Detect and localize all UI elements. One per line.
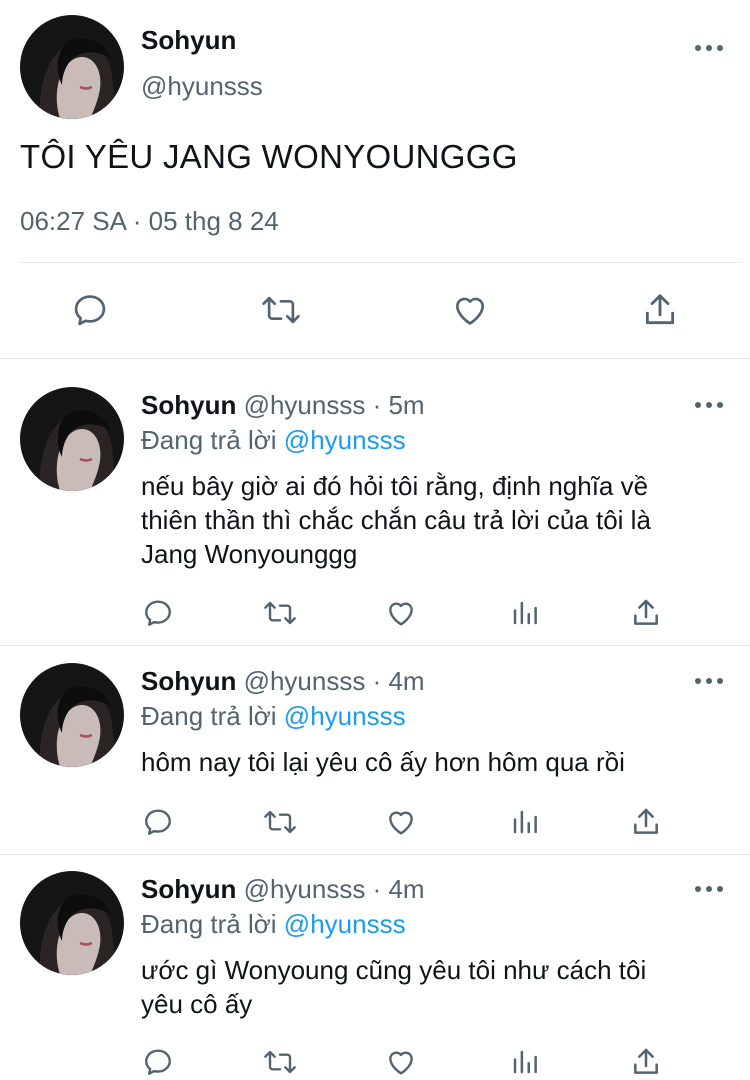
- like-icon[interactable]: [384, 1045, 418, 1079]
- reply-text: nếu bây giờ ai đó hỏi tôi rằng, định ngh…: [141, 469, 731, 571]
- avatar[interactable]: [20, 871, 124, 975]
- reply-time[interactable]: 4m: [388, 874, 424, 904]
- divider: [0, 645, 750, 646]
- author-handle[interactable]: @hyunsss: [244, 874, 366, 904]
- retweet-icon[interactable]: [261, 596, 299, 630]
- reply-header: Sohyun @hyunsss · 4m: [141, 873, 425, 905]
- text-line: ước gì Wonyoung cũng yêu tôi như cách tô…: [141, 955, 647, 985]
- separator: ·: [365, 874, 389, 904]
- reply-text: hôm nay tôi lại yêu cô ấy hơn hôm qua rồ…: [141, 745, 731, 779]
- mention-link[interactable]: @hyunsss: [284, 425, 406, 455]
- replying-to: Đang trả lời @hyunsss: [141, 424, 406, 456]
- text-line: yêu cô ấy: [141, 989, 253, 1019]
- text-line: Jang Wonyounggg: [141, 539, 358, 569]
- separator: ·: [365, 666, 389, 696]
- avatar[interactable]: [20, 663, 124, 767]
- retweet-icon[interactable]: [261, 805, 299, 839]
- mention-link[interactable]: @hyunsss: [284, 909, 406, 939]
- text-line: nếu bây giờ ai đó hỏi tôi rằng, định ngh…: [141, 471, 649, 501]
- like-icon[interactable]: [384, 596, 418, 630]
- tweet-timestamp[interactable]: 06:27 SA · 05 thg 8 24: [20, 205, 279, 237]
- author-handle[interactable]: @hyunsss: [141, 70, 263, 102]
- like-icon[interactable]: [384, 805, 418, 839]
- share-icon[interactable]: [629, 1045, 663, 1079]
- mention-link[interactable]: @hyunsss: [284, 701, 406, 731]
- divider: [0, 358, 750, 359]
- like-icon[interactable]: [450, 290, 490, 330]
- reply-text: ước gì Wonyoung cũng yêu tôi như cách tô…: [141, 953, 731, 1021]
- more-options-icon[interactable]: [695, 671, 723, 691]
- views-icon[interactable]: [508, 596, 542, 630]
- author-handle[interactable]: @hyunsss: [244, 390, 366, 420]
- reply-icon[interactable]: [141, 1045, 175, 1079]
- text-line: thiên thần thì chắc chắn câu trả lời của…: [141, 505, 651, 535]
- tweet-text: TÔI YÊU JANG WONYOUNGGG: [20, 138, 518, 175]
- reply-time[interactable]: 4m: [388, 666, 424, 696]
- reply-header: Sohyun @hyunsss · 4m: [141, 665, 425, 697]
- author-name[interactable]: Sohyun: [141, 24, 236, 56]
- author-name[interactable]: Sohyun: [141, 390, 236, 420]
- avatar[interactable]: [20, 15, 124, 119]
- text-line: hôm nay tôi lại yêu cô ấy hơn hôm qua rồ…: [141, 747, 625, 777]
- reply-icon[interactable]: [141, 596, 175, 630]
- author-handle[interactable]: @hyunsss: [244, 666, 366, 696]
- reply-icon[interactable]: [141, 805, 175, 839]
- replying-label: Đang trả lời: [141, 701, 277, 731]
- avatar[interactable]: [20, 387, 124, 491]
- more-options-icon[interactable]: [695, 38, 723, 58]
- replying-label: Đang trả lời: [141, 425, 277, 455]
- reply-header: Sohyun @hyunsss · 5m: [141, 389, 425, 421]
- reply-icon[interactable]: [70, 290, 110, 330]
- views-icon[interactable]: [508, 805, 542, 839]
- divider: [0, 854, 750, 855]
- retweet-icon[interactable]: [261, 1045, 299, 1079]
- retweet-icon[interactable]: [259, 290, 303, 330]
- reply-time[interactable]: 5m: [388, 390, 424, 420]
- author-name[interactable]: Sohyun: [141, 666, 236, 696]
- more-options-icon[interactable]: [695, 879, 723, 899]
- share-icon[interactable]: [640, 290, 680, 330]
- divider: [20, 262, 742, 263]
- share-icon[interactable]: [629, 596, 663, 630]
- separator: ·: [365, 390, 389, 420]
- views-icon[interactable]: [508, 1045, 542, 1079]
- replying-to: Đang trả lời @hyunsss: [141, 700, 406, 732]
- share-icon[interactable]: [629, 805, 663, 839]
- replying-to: Đang trả lời @hyunsss: [141, 908, 406, 940]
- author-name[interactable]: Sohyun: [141, 874, 236, 904]
- more-options-icon[interactable]: [695, 395, 723, 415]
- replying-label: Đang trả lời: [141, 909, 277, 939]
